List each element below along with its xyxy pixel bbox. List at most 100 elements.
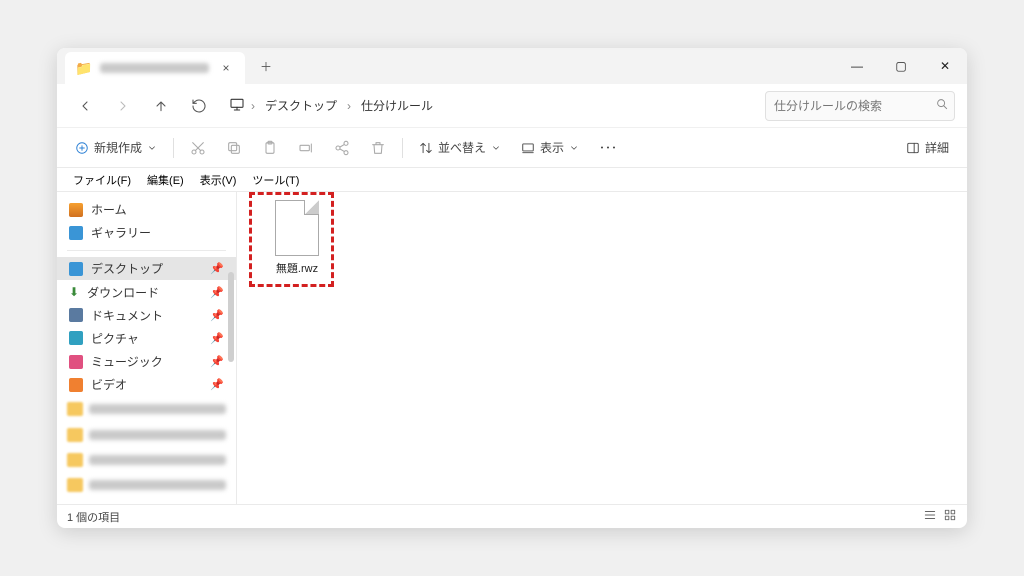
maximize-button[interactable]: ▢ <box>879 48 923 84</box>
menu-view[interactable]: 表示(V) <box>192 170 245 190</box>
more-button[interactable]: ･･･ <box>591 133 625 163</box>
crumb-desktop[interactable]: デスクトップ <box>261 94 341 117</box>
copy-button[interactable] <box>218 133 250 163</box>
pin-icon: 📌 <box>210 286 224 299</box>
crumb-sep-icon: › <box>347 99 351 113</box>
address-row: › デスクトップ › 仕分けルール <box>57 84 967 128</box>
sidebar-item-home[interactable]: ホーム <box>57 198 236 221</box>
gallery-icon <box>69 226 83 240</box>
folder-icon <box>67 478 83 492</box>
sort-button[interactable]: 並べ替え <box>411 133 509 163</box>
file-icon <box>275 200 319 256</box>
close-window-button[interactable]: ✕ <box>923 48 967 84</box>
item-count: 1 個の項目 <box>67 509 120 525</box>
explorer-window: 📁 × ＋ — ▢ ✕ › デスクトップ › 仕分けルール <box>57 48 967 528</box>
desktop-icon <box>69 262 83 276</box>
chevron-down-icon <box>147 143 157 153</box>
minimize-button[interactable]: — <box>835 48 879 84</box>
crumb-folder[interactable]: 仕分けルール <box>357 94 437 117</box>
sort-label: 並べ替え <box>438 139 486 156</box>
sidebar-item-label: ホーム <box>91 201 127 218</box>
sidebar-item-label: ミュージック <box>91 353 163 370</box>
menu-bar: ファイル(F) 編集(E) 表示(V) ツール(T) <box>57 168 967 192</box>
details-label: 詳細 <box>925 139 949 156</box>
music-icon <box>69 355 83 369</box>
view-button[interactable]: 表示 <box>513 133 587 163</box>
active-tab[interactable]: 📁 × <box>65 52 245 84</box>
pin-icon: 📌 <box>210 262 224 275</box>
folder-icon <box>67 402 83 416</box>
sidebar-item-label: ピクチャ <box>91 330 139 347</box>
sidebar-item-label: デスクトップ <box>91 260 163 277</box>
download-icon: ⬇ <box>69 285 79 299</box>
share-button[interactable] <box>326 133 358 163</box>
tab-strip: 📁 × ＋ — ▢ ✕ <box>57 48 967 84</box>
sidebar-item-desktop[interactable]: デスクトップ 📌 <box>57 257 236 280</box>
new-label: 新規作成 <box>94 139 142 156</box>
new-button[interactable]: 新規作成 <box>67 133 165 163</box>
sidebar-sep <box>67 250 226 251</box>
forward-button[interactable] <box>107 90 139 122</box>
sidebar-item-blurred[interactable] <box>67 475 226 496</box>
search-input[interactable] <box>774 99 929 113</box>
pin-icon: 📌 <box>210 355 224 368</box>
file-name: 無題.rwz <box>276 260 318 276</box>
breadcrumb[interactable]: › デスクトップ › 仕分けルール <box>221 90 759 122</box>
details-pane-button[interactable]: 詳細 <box>898 133 957 163</box>
body-area: ホーム ギャラリー デスクトップ 📌 ⬇ ダウンロード 📌 ドキュメント 📌 ピクチャ 📌… <box>57 192 967 504</box>
rename-button[interactable] <box>290 133 322 163</box>
chevron-down-icon <box>491 143 501 153</box>
video-icon <box>69 378 83 392</box>
up-button[interactable] <box>145 90 177 122</box>
sidebar-item-videos[interactable]: ビデオ 📌 <box>57 373 236 396</box>
file-item[interactable]: 無題.rwz <box>257 200 337 276</box>
toolbar-sep <box>402 138 403 158</box>
sidebar-item-label: ダウンロード <box>87 284 159 301</box>
sidebar-scrollbar[interactable] <box>228 272 234 362</box>
window-controls: — ▢ ✕ <box>835 48 967 84</box>
new-tab-button[interactable]: ＋ <box>251 51 281 81</box>
sidebar-item-label: ドキュメント <box>91 307 163 324</box>
menu-file[interactable]: ファイル(F) <box>65 170 139 190</box>
tab-close-button[interactable]: × <box>217 59 235 77</box>
status-bar: 1 個の項目 <box>57 504 967 528</box>
crumb-sep-icon: › <box>251 99 255 113</box>
sidebar-item-blurred[interactable] <box>67 398 226 419</box>
view-label: 表示 <box>540 139 564 156</box>
view-grid-icon[interactable] <box>943 508 957 525</box>
picture-icon <box>69 331 83 345</box>
file-area[interactable]: 無題.rwz <box>237 192 967 504</box>
sidebar-item-label: ビデオ <box>91 376 127 393</box>
sidebar-item-blurred[interactable] <box>67 424 226 445</box>
home-icon <box>69 203 83 217</box>
sidebar-item-documents[interactable]: ドキュメント 📌 <box>57 304 236 327</box>
search-icon <box>935 97 949 114</box>
sidebar-item-downloads[interactable]: ⬇ ダウンロード 📌 <box>57 280 236 303</box>
sidebar-item-pictures[interactable]: ピクチャ 📌 <box>57 327 236 350</box>
cut-button[interactable] <box>182 133 214 163</box>
paste-button[interactable] <box>254 133 286 163</box>
menu-edit[interactable]: 編集(E) <box>139 170 192 190</box>
document-icon <box>69 308 83 322</box>
pin-icon: 📌 <box>210 332 224 345</box>
back-button[interactable] <box>69 90 101 122</box>
tab-title-blurred <box>100 63 209 73</box>
menu-tools[interactable]: ツール(T) <box>244 170 307 190</box>
nav-sidebar: ホーム ギャラリー デスクトップ 📌 ⬇ ダウンロード 📌 ドキュメント 📌 ピクチャ 📌… <box>57 192 237 504</box>
chevron-down-icon <box>569 143 579 153</box>
refresh-button[interactable] <box>183 90 215 122</box>
folder-icon: 📁 <box>75 60 92 77</box>
pc-icon <box>229 96 245 115</box>
sidebar-item-label: ギャラリー <box>91 224 151 241</box>
pin-icon: 📌 <box>210 378 224 391</box>
search-box[interactable] <box>765 91 955 121</box>
sidebar-item-blurred[interactable] <box>67 449 226 470</box>
view-details-icon[interactable] <box>923 508 937 525</box>
folder-icon <box>67 428 83 442</box>
pin-icon: 📌 <box>210 309 224 322</box>
sidebar-item-music[interactable]: ミュージック 📌 <box>57 350 236 373</box>
delete-button[interactable] <box>362 133 394 163</box>
toolbar: 新規作成 並べ替え 表示 ･･･ 詳細 <box>57 128 967 168</box>
toolbar-sep <box>173 138 174 158</box>
sidebar-item-gallery[interactable]: ギャラリー <box>57 221 236 244</box>
